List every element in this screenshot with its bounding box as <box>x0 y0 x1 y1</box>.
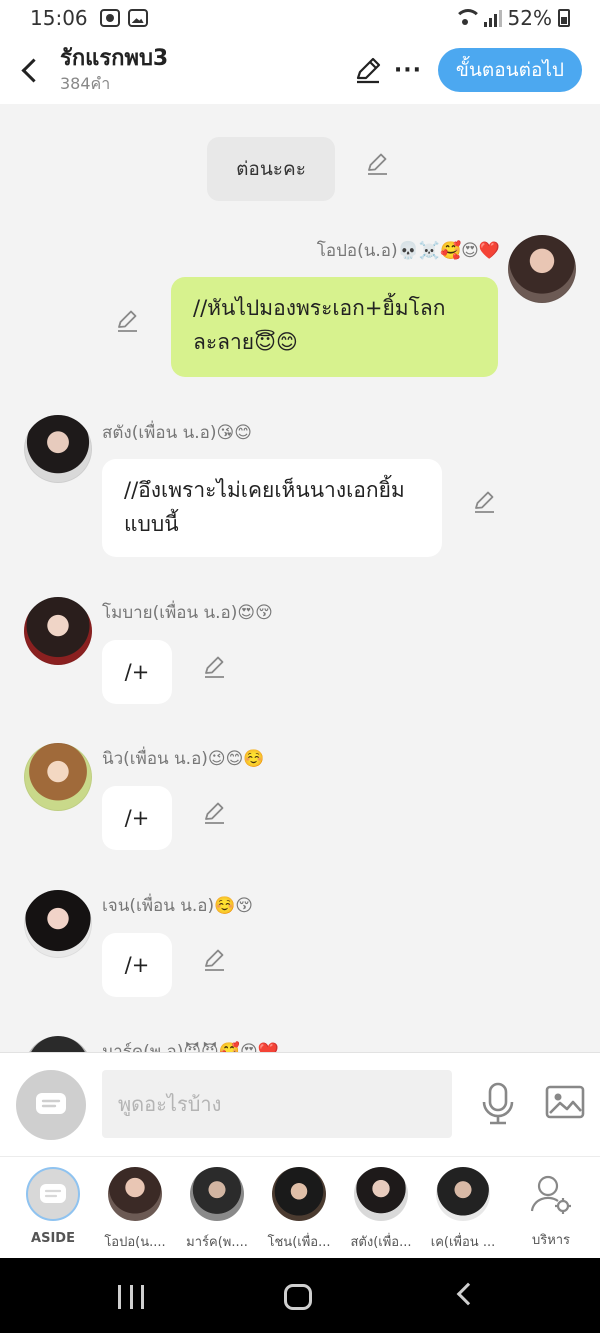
chat-bubble-icon <box>36 1093 66 1114</box>
character-label: บริหาร <box>531 1233 571 1248</box>
chat-area: ต่อนะคะ โอปอ(น.อ)💀☠️🥰😍❤️ //หันไปมองพระเอ… <box>0 104 600 1052</box>
character-label: เค(เพื่อน ... <box>430 1235 496 1250</box>
message-bubble[interactable]: //หันไปมองพระเอก+ยิ้มโลกละลาย😇😊 <box>171 277 498 377</box>
more-icon[interactable]: ··· <box>388 50 428 90</box>
manage-characters-button[interactable]: บริหาร <box>510 1167 592 1250</box>
character-bar: ASIDE โอปอ(น.... มาร์ค(พ.... โชน(เพื่อ..… <box>0 1156 600 1258</box>
app-header: รักแรกพบ3 384คำ ··· ขั้นตอนต่อไป <box>0 36 600 104</box>
avatar <box>108 1167 162 1221</box>
wifi-icon <box>453 9 482 27</box>
recent-apps-icon[interactable] <box>118 1285 144 1309</box>
edit-message-icon[interactable] <box>202 653 228 679</box>
avatar[interactable] <box>24 415 92 483</box>
character-item[interactable]: มาร์ค(พ.... <box>176 1167 258 1252</box>
battery-icon <box>558 9 570 27</box>
mic-icon[interactable] <box>478 1081 518 1127</box>
system-nav-bar <box>0 1258 600 1333</box>
edit-message-icon[interactable] <box>202 946 228 972</box>
sender-name: มาร์ค(พ.อ)😈😈🥰😍❤️ <box>102 1042 279 1052</box>
message-bubble[interactable]: /+ <box>102 933 172 997</box>
character-item[interactable]: โอปอ(น.... <box>94 1167 176 1252</box>
back-icon[interactable] <box>0 36 60 104</box>
chat-mode-button[interactable] <box>16 1070 86 1140</box>
character-item[interactable]: สตัง(เพื่อ... <box>340 1167 422 1252</box>
avatar[interactable] <box>24 597 92 665</box>
edit-message-icon[interactable] <box>202 799 228 825</box>
avatar <box>272 1167 326 1221</box>
edit-message-icon[interactable] <box>472 488 498 514</box>
chat-bubble-icon <box>40 1184 66 1203</box>
edit-message-icon[interactable] <box>365 150 391 176</box>
signal-icon <box>483 9 502 27</box>
character-label: ASIDE <box>31 1231 75 1246</box>
character-label: มาร์ค(พ.... <box>186 1235 248 1250</box>
sender-name: โอปอ(น.อ)💀☠️🥰😍❤️ <box>316 241 500 261</box>
sender-name: เจน(เพื่อน น.อ)☺️😚 <box>102 896 254 916</box>
nav-back-icon[interactable] <box>456 1282 480 1306</box>
sender-name: โมบาย(เพื่อน น.อ)😍😚 <box>102 603 273 623</box>
aside-avatar <box>26 1167 80 1221</box>
character-label: โชน(เพื่อ... <box>267 1235 331 1250</box>
character-item[interactable]: เค(เพื่อน ... <box>422 1167 504 1252</box>
message-input[interactable] <box>102 1070 452 1138</box>
avatar <box>436 1167 490 1221</box>
sender-name: สตัง(เพื่อน น.อ)😘😊 <box>102 423 252 443</box>
avatar <box>190 1167 244 1221</box>
home-icon[interactable] <box>284 1284 312 1310</box>
gallery-notification-icon <box>127 9 148 27</box>
narration-bubble[interactable]: ต่อนะคะ <box>207 137 335 201</box>
avatar[interactable] <box>24 890 92 958</box>
battery-percent: 52% <box>507 6 552 30</box>
image-icon[interactable] <box>544 1083 586 1123</box>
edit-icon[interactable] <box>348 50 388 90</box>
status-bar: 15:06 52% <box>0 0 600 36</box>
avatar[interactable] <box>24 1036 92 1052</box>
character-item[interactable]: โชน(เพื่อ... <box>258 1167 340 1252</box>
story-title: รักแรกพบ3 <box>60 46 169 71</box>
manage-icon <box>530 1175 571 1214</box>
avatar[interactable] <box>508 235 576 303</box>
message-bubble[interactable]: /+ <box>102 786 172 850</box>
next-step-button[interactable]: ขั้นตอนต่อไป <box>437 48 582 92</box>
avatar <box>354 1167 408 1221</box>
character-label: สตัง(เพื่อ... <box>350 1235 412 1250</box>
message-bubble[interactable]: //อึงเพราะไม่เคยเห็นนางเอกยิ้มแบบนี้ <box>102 459 442 557</box>
avatar[interactable] <box>24 743 92 811</box>
screen-record-icon <box>99 9 120 27</box>
title-block: รักแรกพบ3 384คำ <box>60 45 348 95</box>
message-bubble[interactable]: /+ <box>102 640 172 704</box>
character-label: โอปอ(น.... <box>104 1235 166 1250</box>
character-aside[interactable]: ASIDE <box>12 1167 94 1246</box>
edit-message-icon[interactable] <box>115 307 141 333</box>
word-count: 384คำ <box>60 74 111 93</box>
status-time: 15:06 <box>30 6 88 30</box>
sender-name: นิว(เพื่อน น.อ)😉😊☺️ <box>102 749 265 769</box>
input-bar <box>0 1052 600 1156</box>
